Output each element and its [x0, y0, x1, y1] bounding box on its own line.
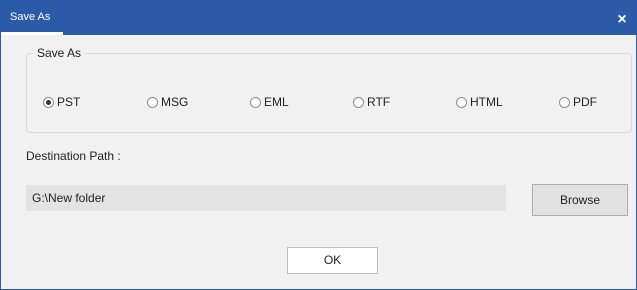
radio-label-rtf: RTF	[367, 95, 391, 109]
radio-button-eml[interactable]	[250, 96, 261, 108]
title-accent-bar	[1, 32, 63, 35]
save-as-dialog: Save As × Save As PST MSG EML RTF HTML P…	[0, 0, 637, 290]
browse-button[interactable]: Browse	[532, 184, 628, 216]
radio-option-pst[interactable]: PST	[43, 93, 80, 111]
radio-button-html[interactable]	[456, 96, 467, 108]
close-icon: ×	[617, 11, 627, 28]
radio-option-rtf[interactable]: RTF	[353, 93, 390, 111]
radio-label-html: HTML	[470, 95, 503, 109]
groupbox-legend: Save As	[33, 46, 86, 60]
radio-option-msg[interactable]: MSG	[147, 93, 188, 111]
radio-button-pdf[interactable]	[559, 96, 570, 108]
close-button[interactable]: ×	[608, 7, 636, 33]
save-as-groupbox: Save As PST MSG EML RTF HTML PDF	[26, 46, 632, 133]
ok-button[interactable]: OK	[287, 247, 378, 274]
destination-path-label: Destination Path :	[26, 149, 121, 163]
radio-label-pst: PST	[57, 95, 81, 109]
radio-option-eml[interactable]: EML	[250, 93, 289, 111]
dialog-title: Save As	[10, 11, 51, 23]
radio-option-html[interactable]: HTML	[456, 93, 503, 111]
radio-button-pst[interactable]	[43, 96, 54, 108]
destination-path-input[interactable]	[26, 185, 506, 211]
radio-button-rtf[interactable]	[353, 96, 364, 108]
radio-option-pdf[interactable]: PDF	[559, 93, 597, 111]
title-bar[interactable]: Save As ×	[1, 1, 636, 35]
radio-label-msg: MSG	[161, 95, 189, 109]
radio-button-msg[interactable]	[147, 96, 158, 108]
radio-label-pdf: PDF	[573, 95, 597, 109]
radio-label-eml: EML	[264, 95, 289, 109]
format-radio-group: PST MSG EML RTF HTML PDF	[27, 93, 631, 111]
